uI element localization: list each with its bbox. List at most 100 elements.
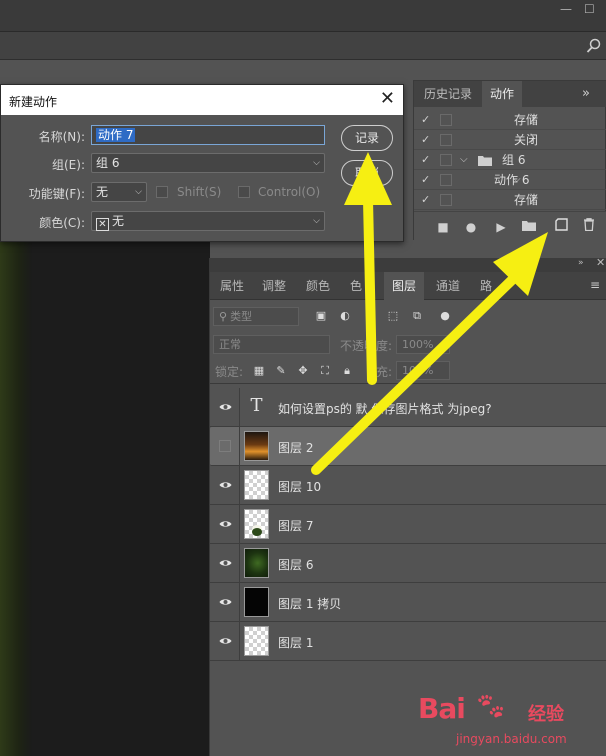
flower-thumbnail-mark [252, 528, 262, 536]
blend-mode-select[interactable]: 正常 [213, 335, 330, 354]
filter-toggle-icon[interactable]: ● [438, 309, 452, 323]
dialog-toggle-box[interactable] [440, 154, 452, 166]
visibility-toggle[interactable] [210, 505, 240, 543]
chevron-down-icon: ⌵ [313, 216, 320, 226]
tab-properties[interactable]: 属性 [212, 272, 252, 300]
group-select[interactable]: 组 6 ⌵ [91, 153, 325, 173]
chevron-down-icon: ⌵ [135, 187, 142, 197]
create-new-action-icon[interactable] [552, 218, 570, 236]
new-set-folder-icon[interactable] [520, 218, 538, 236]
search-icon[interactable] [586, 38, 602, 54]
lock-pixels-brush-icon[interactable]: ✎ [274, 364, 288, 378]
layer-row[interactable]: 图层 10 [210, 466, 606, 505]
function-key-select[interactable]: 无 ⌵ [91, 182, 147, 202]
action-name: 存储 [514, 193, 539, 207]
eye-icon [219, 482, 232, 488]
dialog-toggle-box[interactable] [440, 134, 452, 146]
check-icon[interactable]: ✓ [421, 130, 430, 150]
text-layer-icon: T [250, 395, 263, 416]
type-filter-icon[interactable]: T [362, 309, 376, 323]
shape-filter-icon[interactable]: ⬚ [386, 309, 400, 323]
lock-row: 锁定: ▦ ✎ ✥ ⛶ 🔒︎ 充: 100% [210, 358, 606, 384]
tab-actions[interactable]: 动作 [482, 81, 523, 107]
function-key-label: 功能键(F): [28, 187, 85, 201]
layer-name: 图层 7 [278, 519, 314, 533]
action-row[interactable]: ✓ 〉存储 [414, 110, 606, 130]
action-name-input[interactable]: 动作 7 [91, 125, 325, 145]
smart-object-filter-icon[interactable]: ⧉ [410, 309, 424, 323]
layer-thumbnail [244, 470, 269, 500]
maximize-button[interactable]: ☐ [584, 2, 595, 16]
layer-row[interactable]: 图层 1 [210, 622, 606, 661]
paw-icon: 🐾︎ [474, 692, 508, 722]
layer-row[interactable]: 图层 1 拷贝 [210, 583, 606, 622]
check-icon[interactable]: ✓ [421, 170, 430, 190]
lock-artboard-icon[interactable]: ⛶ [318, 364, 332, 378]
dialog-toggle-box[interactable] [440, 174, 452, 186]
check-icon[interactable]: ✓ [421, 150, 430, 170]
eye-icon [219, 599, 232, 605]
watermark-url: jingyan.baidu.com [456, 732, 567, 746]
lock-transparency-icon[interactable]: ▦ [252, 364, 266, 378]
trash-icon[interactable] [580, 218, 598, 236]
check-icon[interactable]: ✓ [421, 110, 430, 130]
tab-layers[interactable]: 图层 [384, 272, 425, 300]
layer-row[interactable]: 图层 2 [210, 427, 606, 466]
color-select[interactable]: ✕ 无 ⌵ [91, 211, 325, 231]
visibility-toggle[interactable] [210, 622, 240, 660]
adjustment-filter-icon[interactable]: ◐ [338, 309, 352, 323]
layer-thumbnail [244, 548, 269, 578]
opacity-value: 100% [402, 338, 434, 351]
visibility-toggle[interactable] [210, 388, 240, 426]
tab-history[interactable]: 历史记录 [416, 81, 480, 107]
lock-all-icon[interactable]: 🔒︎ [340, 364, 354, 378]
layer-row[interactable]: 图层 7 [210, 505, 606, 544]
opacity-input[interactable]: 100% [396, 335, 450, 354]
close-icon[interactable]: ✕ [380, 89, 395, 109]
panel-menu-icon[interactable]: ≡ [590, 278, 600, 292]
cancel-button[interactable]: 取消 [341, 160, 393, 186]
close-panel-icon[interactable]: ✕ [596, 256, 605, 269]
dialog-title-bar: 新建动作 ✕ [1, 85, 403, 115]
image-filter-icon[interactable]: ▣ [314, 309, 328, 323]
tab-paths[interactable]: 路 [472, 272, 500, 300]
panel-menu-icon[interactable]: » [582, 86, 590, 101]
chevron-down-icon[interactable]: ⌵ [460, 150, 468, 170]
minimize-button[interactable]: — [560, 2, 572, 16]
actions-panel-tabs: 历史记录 动作 » [414, 81, 606, 107]
panel-header-strip: » ✕ [210, 256, 606, 272]
dialog-toggle-box[interactable] [440, 114, 452, 126]
tab-channels[interactable]: 通道 [428, 272, 468, 300]
visibility-toggle[interactable] [210, 427, 240, 465]
play-icon[interactable]: ▶ [492, 218, 510, 236]
layer-thumbnail [244, 431, 269, 461]
action-row[interactable]: ✓ 〉关闭 [414, 130, 606, 150]
collapse-icon[interactable]: » [578, 258, 584, 268]
options-bar [0, 32, 606, 60]
record-button[interactable]: 记录 [341, 125, 393, 151]
visibility-toggle[interactable] [210, 544, 240, 582]
control-checkbox[interactable] [238, 186, 250, 198]
shift-checkbox[interactable] [156, 186, 168, 198]
dialog-toggle-box[interactable] [440, 194, 452, 206]
action-row[interactable]: ✓ 〉存储 [414, 190, 606, 210]
visibility-toggle[interactable] [210, 583, 240, 621]
name-label: 名称(N): [38, 130, 85, 144]
action-row[interactable]: ✓ ⌵ 组 6 [414, 150, 606, 170]
check-icon[interactable]: ✓ [421, 190, 430, 210]
action-row[interactable]: ✓ ⌵ 动作 6 [414, 170, 606, 190]
visibility-toggle[interactable] [210, 466, 240, 504]
tab-color[interactable]: 颜色 [298, 272, 338, 300]
color-label: 颜色(C): [39, 216, 85, 230]
shift-label: Shift(S) [177, 185, 222, 199]
tab-swatches[interactable]: 色 [342, 272, 370, 300]
lock-label: 锁定: [215, 365, 244, 379]
filter-kind-select[interactable]: ⚲ 类型 [213, 307, 299, 326]
lock-position-icon[interactable]: ✥ [296, 364, 310, 378]
fill-input[interactable]: 100% [396, 361, 450, 380]
record-icon[interactable]: ● [462, 218, 480, 236]
tab-adjustments[interactable]: 调整 [254, 272, 294, 300]
layer-row[interactable]: T 如何设置ps的 默 保存图片格式 为jpeg? [210, 388, 606, 427]
stop-icon[interactable]: ■ [434, 218, 452, 236]
layer-row[interactable]: 图层 6 [210, 544, 606, 583]
